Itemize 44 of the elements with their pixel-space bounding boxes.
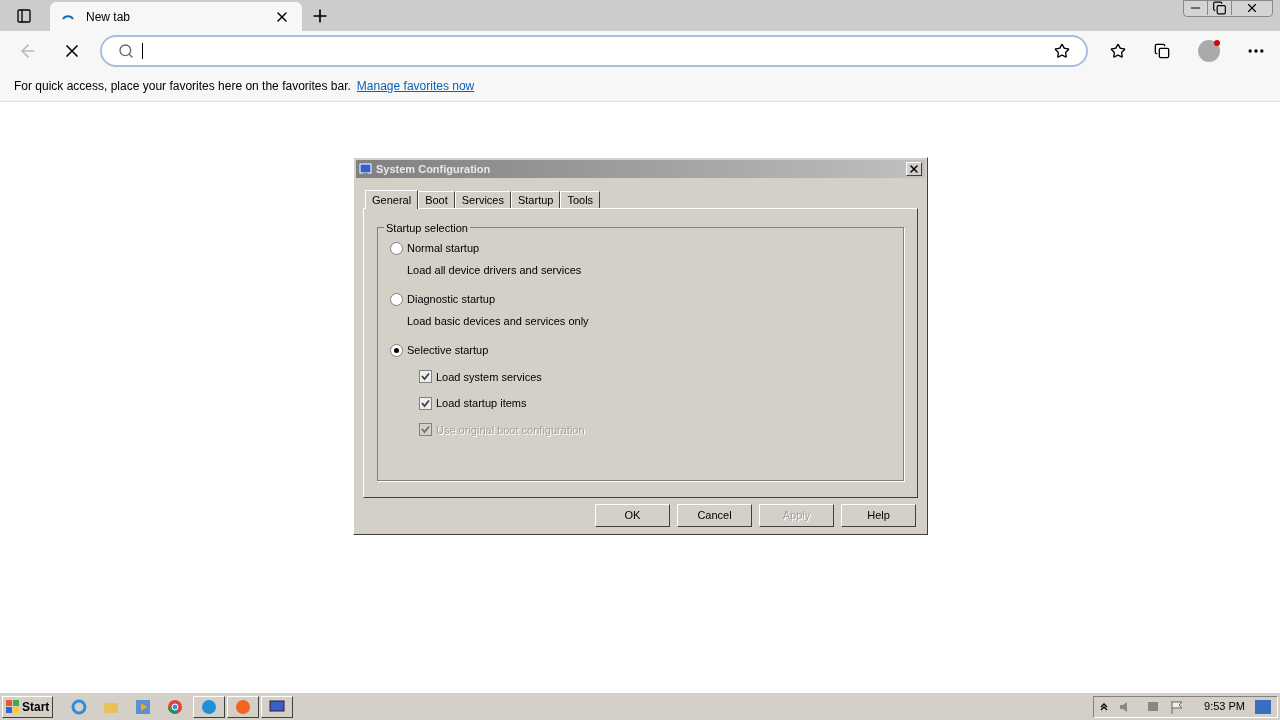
option-label[interactable]: Normal startup — [407, 240, 480, 257]
show-desktop-button[interactable] — [1255, 699, 1271, 714]
app-icon — [359, 162, 372, 176]
taskbar-button[interactable] — [261, 695, 294, 718]
dialog-button[interactable]: Cancel — [677, 504, 752, 527]
loading-spinner-icon — [62, 13, 74, 20]
collections-icon[interactable] — [1154, 43, 1170, 59]
radio-button[interactable] — [390, 241, 403, 255]
clock: 9:53 PM — [1204, 699, 1245, 715]
dialog-button[interactable]: OK — [595, 504, 670, 527]
taskbar-button[interactable] — [227, 695, 260, 718]
favorites-bar-message: For quick access, place your favorites here on the favorites bar. — [14, 78, 351, 95]
dialog-button[interactable]: Help — [841, 504, 916, 527]
close-button[interactable] — [906, 162, 922, 176]
checkbox-label: Load startup items — [436, 396, 527, 411]
option-description: Load all device drivers and services — [407, 262, 583, 278]
tab-actions-icon[interactable] — [16, 8, 32, 24]
option-description: Load basic devices and services only — [407, 313, 590, 329]
windows-logo-icon — [6, 699, 20, 714]
monitor-icon — [269, 698, 286, 715]
manage-favorites-link[interactable]: Manage favorites now — [356, 77, 475, 95]
search-icon — [118, 43, 134, 59]
close-icon — [908, 163, 920, 175]
favorites-icon[interactable] — [1110, 43, 1126, 59]
chevron-up-icon[interactable] — [1100, 702, 1109, 711]
option-label[interactable]: Diagnostic startup — [407, 291, 496, 308]
radio-button[interactable] — [390, 292, 403, 306]
add-favorite-icon[interactable] — [1054, 43, 1070, 59]
checkbox[interactable] — [419, 370, 432, 384]
option-label[interactable]: Selective startup — [407, 342, 489, 359]
start-button[interactable]: Start — [2, 695, 54, 718]
checkbox[interactable] — [419, 396, 432, 410]
taskbar-button[interactable] — [193, 695, 226, 718]
window-title: System Configuration — [376, 161, 492, 177]
profile-icon[interactable] — [1198, 40, 1220, 62]
tab[interactable]: Services — [454, 191, 511, 208]
tab[interactable]: Tools — [560, 191, 601, 208]
checkbox-label: Load system services — [436, 369, 542, 385]
browser-tab[interactable]: New tab — [50, 2, 302, 31]
tab[interactable]: Boot — [418, 191, 455, 208]
tab-title: New tab — [86, 8, 132, 26]
radio-button[interactable] — [390, 343, 403, 357]
tab[interactable]: Startup — [510, 191, 561, 208]
tab[interactable]: General — [365, 190, 419, 209]
